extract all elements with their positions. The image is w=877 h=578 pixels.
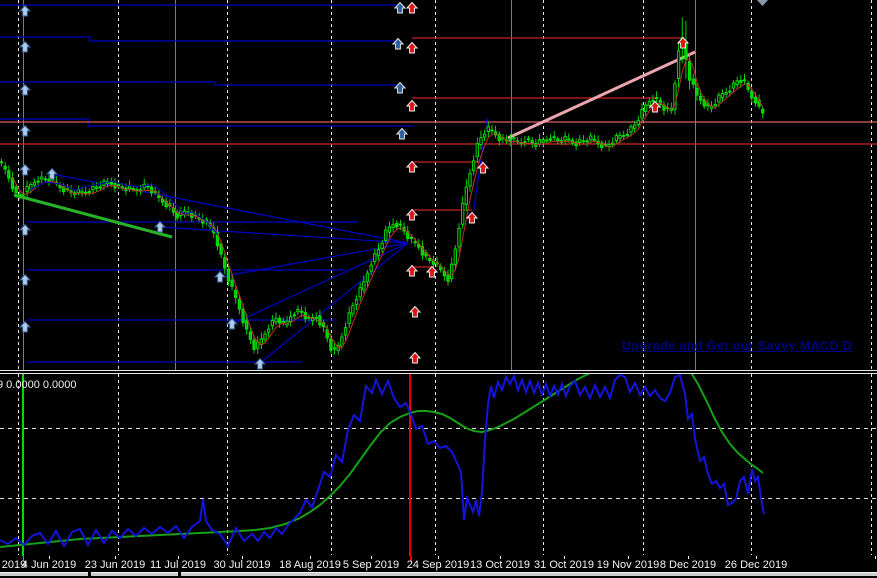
- blue-up-arrow-marker: [18, 83, 32, 96]
- axis-date-label: 13 Oct 2019: [470, 559, 530, 571]
- window-edge[interactable]: [181, 572, 877, 576]
- blue-up-arrow-marker: [18, 223, 32, 236]
- axis-date-label: 5 Sep 2019: [342, 559, 400, 571]
- axis-date-label: 11 Jul 2019: [149, 559, 207, 571]
- red-up-arrow-marker: [405, 160, 419, 173]
- axis-date-label: 4 Jun 2019: [21, 559, 77, 571]
- promo-link[interactable]: Upgrade and Get our Savvy MACD D: [622, 339, 852, 353]
- red-up-arrow-marker: [405, 208, 419, 221]
- blue-up-arrow-marker: [18, 40, 32, 53]
- blue-up-arrow-marker: [18, 320, 32, 333]
- blue-up-arrow-marker: [153, 220, 167, 233]
- indicator-grid: [0, 374, 877, 555]
- main-price-chart[interactable]: [0, 0, 877, 370]
- axis-date-label: 31 Oct 2019: [534, 559, 594, 571]
- blue-up-arrow-marker: [18, 4, 32, 17]
- signal-arrow-markers: [18, 0, 768, 370]
- axis-date-label: 30 Jul 2019: [213, 559, 271, 571]
- blue-up-arrow-marker: [393, 81, 407, 94]
- axis-date-label: 23 Jun 2019: [84, 559, 146, 571]
- axis-date-label: 26 Dec 2019: [724, 559, 788, 571]
- macd-line-blue: [0, 374, 765, 549]
- red-up-arrow-marker: [405, 41, 419, 54]
- red-up-arrow-marker: [408, 351, 422, 364]
- blue-level-lines: [0, 4, 413, 363]
- clipped-gray-arrow-marker: [757, 0, 768, 6]
- blue-up-arrow-marker: [18, 163, 32, 176]
- axis-tick: [875, 556, 876, 559]
- time-axis[interactable]: 2019 4 Jun 2019 23 Jun 2019 11 Jul 2019 30 J…: [0, 556, 877, 572]
- blue-up-arrow-marker: [395, 127, 409, 140]
- blue-up-arrow-marker: [213, 270, 227, 283]
- axis-date-label: 19 Nov 2019: [596, 559, 660, 571]
- axis-date-label: 18 Aug 2019: [279, 559, 341, 571]
- candles-group: [0, 17, 765, 355]
- indicator-value-label: 9 0.0000 0.0000: [0, 379, 77, 391]
- axis-date-label: 8 Dec 2019: [659, 559, 717, 571]
- red-up-arrow-marker: [405, 1, 419, 14]
- blue-up-arrow-marker: [18, 124, 32, 137]
- blue-up-arrow-marker: [45, 167, 59, 180]
- trading-chart-window: 9 0.0000 0.0000 Upgrade and Get our Savv…: [0, 0, 877, 578]
- axis-date-label: 24 Sep 2019: [406, 559, 470, 571]
- red-up-arrow-marker: [465, 211, 479, 224]
- red-up-arrow-marker: [408, 305, 422, 318]
- bottom-window-edges: [0, 572, 877, 578]
- signal-line-green: [0, 374, 764, 548]
- red-up-arrow-marker: [405, 99, 419, 112]
- red-level-lines: [0, 37, 877, 268]
- blue-up-arrow-marker: [391, 37, 405, 50]
- window-edge[interactable]: [0, 572, 88, 576]
- blue-up-arrow-marker: [18, 273, 32, 286]
- blue-up-arrow-marker: [393, 1, 407, 14]
- macd-indicator-panel[interactable]: [0, 374, 877, 556]
- red-up-arrow-marker: [425, 265, 439, 278]
- window-edge[interactable]: [91, 572, 178, 576]
